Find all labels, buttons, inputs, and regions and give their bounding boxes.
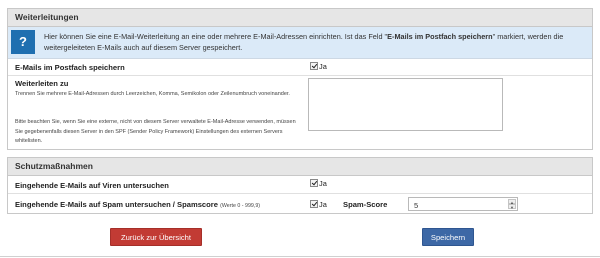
virus-checkbox-label[interactable]: Ja [319,179,327,188]
spam-label: Eingehende E-Mails auf Spam untersuchen … [15,200,261,209]
forward-textarea[interactable] [308,78,503,131]
back-to-overview-button[interactable]: Zurück zur Übersicht [110,228,202,246]
forward-hint-separators: Trennen Sie mehrere E-Mail-Adressen durc… [15,91,290,97]
store-checkbox-label[interactable]: Ja [319,62,327,71]
store-checkbox[interactable] [310,62,318,70]
forwarding-panel: Weiterleitungen ? Hier können Sie eine E… [7,8,593,150]
footer-divider [0,256,600,257]
spamscore-value[interactable]: 5 [414,201,418,210]
protection-panel-title: Schutzmaßnahmen [8,158,592,176]
virus-label: Eingehende E-Mails auf Viren untersuchen [15,181,169,190]
spam-checkbox-label[interactable]: Ja [319,200,327,209]
info-text: Hier können Sie eine E-Mail-Weiterleitun… [44,32,564,52]
store-row: E-Mails im Postfach speichern Ja [8,59,592,76]
spam-checkbox[interactable] [310,200,318,208]
spam-range-hint: (Werte 0 - 999,9) [220,203,261,209]
info-box: ? Hier können Sie eine E-Mail-Weiterleit… [8,27,592,59]
protection-panel: Schutzmaßnahmen Eingehende E-Mails auf V… [7,157,593,214]
virus-row: Eingehende E-Mails auf Viren untersuchen… [8,176,592,194]
store-label: E-Mails im Postfach speichern [15,63,125,72]
spamscore-label: Spam-Score [343,200,388,209]
virus-checkbox[interactable] [310,179,318,187]
info-text-bold: E-Mails im Postfach speichern [387,32,493,41]
forwarding-panel-title: Weiterleitungen [8,9,592,27]
save-button[interactable]: Speichern [422,228,474,246]
question-icon: ? [11,30,35,54]
forward-hint-spf: Bitte beachten Sie, wenn Sie eine extern… [15,119,296,144]
forward-label: Weiterleiten zu [15,79,69,88]
spamscore-down-icon[interactable]: ▼ [508,204,516,210]
spamscore-input[interactable]: 5 ▲ ▼ [408,197,518,211]
spam-row: Eingehende E-Mails auf Spam untersuchen … [8,194,592,214]
forward-row: Weiterleiten zu Trennen Sie mehrere E-Ma… [8,76,592,151]
